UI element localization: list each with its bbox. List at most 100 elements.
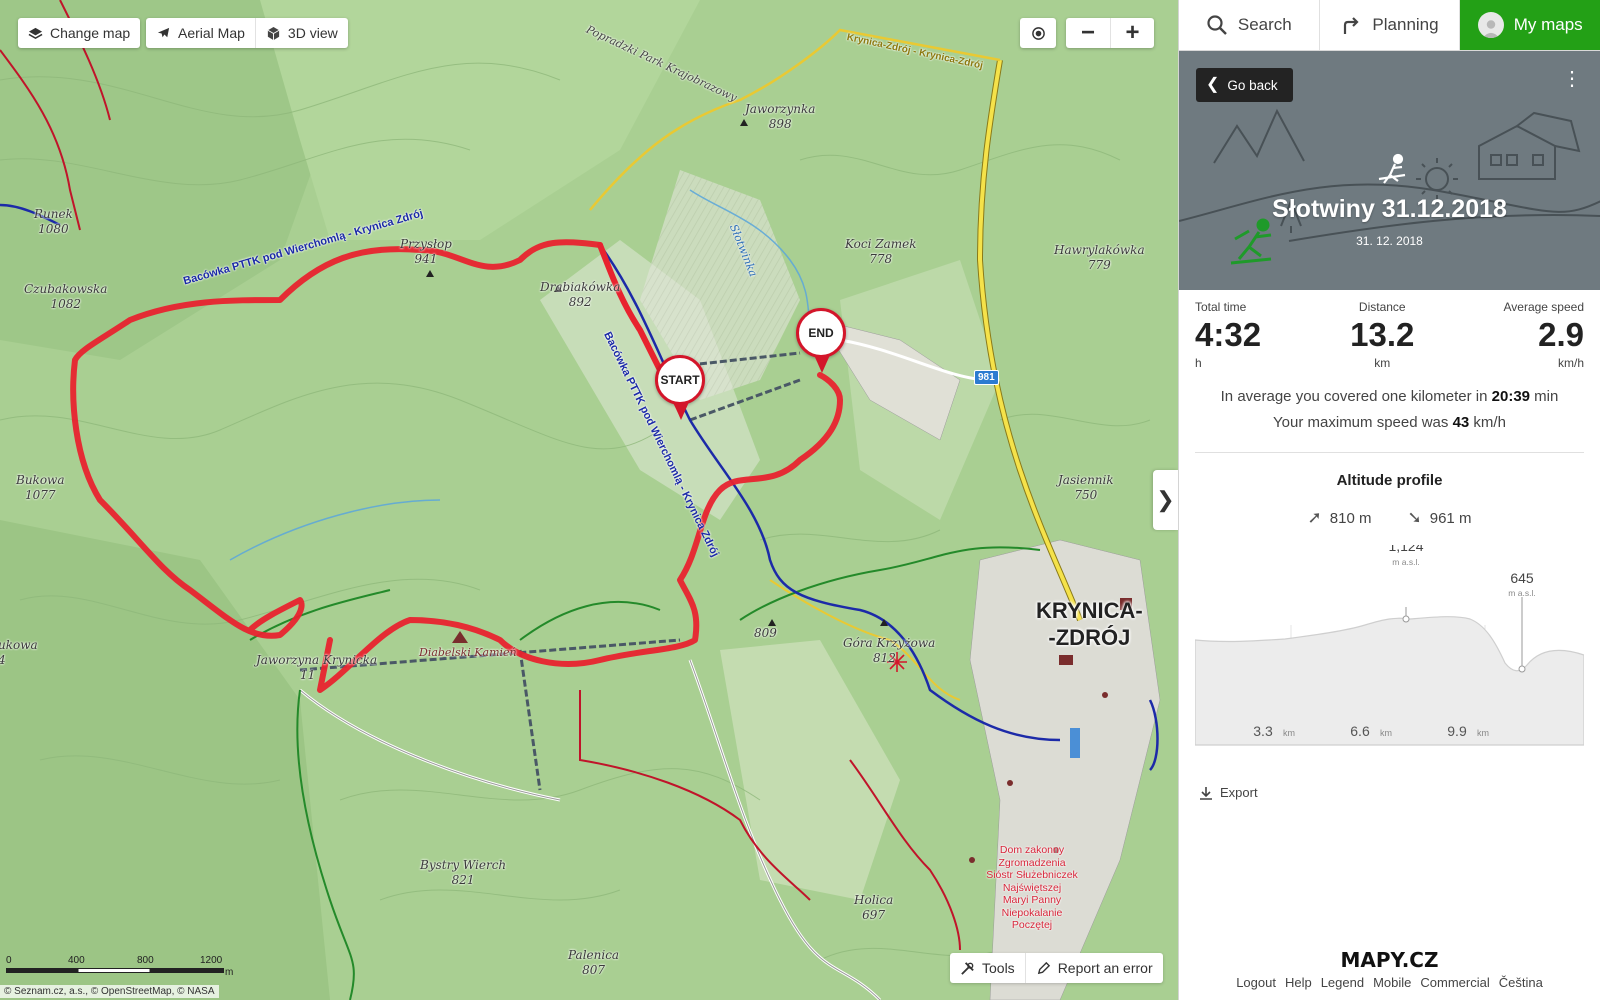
road-number-badge: 981 <box>974 370 999 385</box>
stat-distance-unit: km <box>1374 356 1391 370</box>
peak-label-ukowa: ukowa4 <box>0 638 38 667</box>
footer-links: Logout Help Legend Mobile Commercial Češ… <box>1179 975 1600 990</box>
x-tick-9-9-unit: km <box>1477 728 1489 738</box>
scale-label-800: 800 <box>137 955 154 966</box>
tools-icon <box>961 961 974 975</box>
arrow-down-right-icon: ➘ <box>1407 508 1422 527</box>
descent: ➘ 961 m <box>1408 508 1472 528</box>
max-altitude-marker <box>1402 615 1410 623</box>
chevron-left-icon: ❮ <box>1206 76 1220 93</box>
bottom-tools: Tools Report an error <box>950 953 1163 983</box>
footer-mobile[interactable]: Mobile <box>1373 975 1411 990</box>
track-date: 31. 12. 2018 <box>1356 234 1423 248</box>
peak-label-drabiakowka: Drabiakówka 892 <box>540 280 621 309</box>
scale-label-0: 0 <box>6 955 12 966</box>
stat-time-unit: h <box>1195 356 1202 370</box>
chevron-right-icon: ❯ <box>1156 487 1175 512</box>
more-options-icon[interactable]: ⋮ <box>1562 69 1582 89</box>
x-tick-6-6: 6.6 <box>1350 723 1370 739</box>
stat-average-speed: Average speed 2.9 km/h <box>1503 300 1584 370</box>
peak-label-jaworzynka: Jaworzynka 898 <box>745 102 816 131</box>
max-altitude-value: 1,124 <box>1388 545 1423 554</box>
nav-planning[interactable]: Planning <box>1319 0 1461 50</box>
poi-label-convent[interactable]: Dom zakonny Zgromadzenia Sióstr Służebnicz… <box>982 844 1082 932</box>
change-map-control: Change map <box>18 18 141 48</box>
route-planning-icon <box>1344 17 1359 34</box>
3d-view-label: 3D view <box>287 25 338 41</box>
footer-logout[interactable]: Logout <box>1236 975 1276 990</box>
map-attribution[interactable]: © Seznam.cz, a.s., © OpenStreetMap, © NA… <box>0 985 219 998</box>
route-end-pin[interactable]: END <box>796 308 848 373</box>
user-avatar-icon <box>1477 12 1504 38</box>
scale-label-400: 400 <box>68 955 85 966</box>
export-label: Export <box>1220 785 1258 800</box>
peak-label-jasiennik: Jasiennik 750 <box>1058 473 1114 502</box>
scale-label-1200: 1200 <box>200 955 223 966</box>
aerial-map-label: Aerial Map <box>178 25 245 41</box>
mapy-cz-logo[interactable]: MAPY.CZ <box>1179 948 1600 972</box>
x-tick-3-3: 3.3 <box>1253 723 1273 739</box>
peak-label-gora-krzyzowa: Góra Krzyżowa 812 <box>843 636 936 665</box>
altitude-profile-chart[interactable]: 1,124 m a.s.l. 645 m a.s.l. 3.3 km 6.6 k… <box>1195 545 1584 760</box>
route-start-pin[interactable]: START <box>655 355 707 420</box>
max-speed-text: Your maximum speed was <box>1273 414 1453 431</box>
export-button[interactable]: Export <box>1199 785 1258 800</box>
tools-button[interactable]: Tools <box>950 953 1025 983</box>
go-back-label: Go back <box>1227 77 1278 93</box>
footer-commercial[interactable]: Commercial <box>1420 975 1489 990</box>
nav-planning-label: Planning <box>1372 15 1439 34</box>
max-altitude-unit: m a.s.l. <box>1392 557 1419 567</box>
scale-unit: m <box>225 967 234 978</box>
max-speed-unit: km/h <box>1469 414 1506 431</box>
nav-my-maps[interactable]: My maps <box>1460 0 1600 50</box>
locate-control <box>1020 18 1056 48</box>
cube-icon <box>267 26 280 40</box>
peak-label-809: 809 <box>754 626 777 640</box>
peak-label-holica: Holica 697 <box>854 893 894 922</box>
tools-label: Tools <box>982 960 1015 976</box>
end-pin-tail <box>814 355 830 373</box>
sidebar: Search Planning My maps ❮ Go back ⋮ Słot… <box>1178 0 1600 1000</box>
collapse-sidebar-tab[interactable]: ❯ <box>1153 470 1178 530</box>
map-canvas[interactable]: Runek 1080 Czubakowska 1082 Bukowa 1077 uko… <box>0 0 1178 1000</box>
nav-my-maps-label: My maps <box>1513 15 1583 34</box>
descent-value: 961 m <box>1429 509 1472 527</box>
crosshair-icon <box>1031 26 1045 40</box>
pace-value: 20:39 <box>1491 388 1531 405</box>
aerial-map-button[interactable]: Aerial Map <box>146 18 255 48</box>
locate-button[interactable] <box>1020 18 1056 48</box>
divider <box>1195 452 1584 453</box>
altitude-summary: ➚ 810 m ➘ 961 m <box>1179 508 1600 528</box>
end-label: END <box>796 308 846 358</box>
change-map-button[interactable]: Change map <box>18 18 140 48</box>
footer-legend[interactable]: Legend <box>1321 975 1364 990</box>
town-label-krynica-zdroj[interactable]: KRYNICA- -ZDRÓJ <box>1036 597 1143 651</box>
stat-speed-value: 2.9 <box>1538 316 1584 353</box>
zoom-in-button[interactable]: + <box>1110 18 1154 48</box>
pace-unit: min <box>1530 388 1559 405</box>
report-error-button[interactable]: Report an error <box>1024 953 1163 983</box>
ascent-value: 810 m <box>1329 509 1372 527</box>
peak-label-runek: Runek 1080 <box>34 207 73 236</box>
peak-label-hawrylakowka: Hawrylakówka 779 <box>1054 243 1145 272</box>
zoom-out-button[interactable]: − <box>1066 18 1110 48</box>
nav-search[interactable]: Search <box>1179 0 1320 50</box>
nav-search-label: Search <box>1237 15 1292 34</box>
stat-distance: Distance 13.2 km <box>1350 300 1414 370</box>
airplane-icon <box>157 27 170 37</box>
go-back-button[interactable]: ❮ Go back <box>1196 68 1293 102</box>
3d-view-button[interactable]: 3D view <box>254 18 348 48</box>
min-altitude-marker <box>1518 665 1526 673</box>
max-speed-line: Your maximum speed was 43 km/h <box>1179 410 1600 436</box>
stat-total-time: Total time 4:32 h <box>1195 300 1261 370</box>
footer-language[interactable]: Čeština <box>1499 975 1543 990</box>
x-tick-6-6-unit: km <box>1380 728 1392 738</box>
footer-help[interactable]: Help <box>1285 975 1312 990</box>
track-header: ❮ Go back ⋮ Słotwiny 31.12.2018 31. 12. … <box>1179 51 1600 290</box>
pencil-icon <box>1037 961 1050 974</box>
search-icon <box>1207 15 1227 35</box>
start-label: START <box>655 355 705 405</box>
scale-graphic <box>6 968 224 973</box>
stat-time-value: 4:32 <box>1195 316 1262 353</box>
x-tick-9-9: 9.9 <box>1447 723 1467 739</box>
